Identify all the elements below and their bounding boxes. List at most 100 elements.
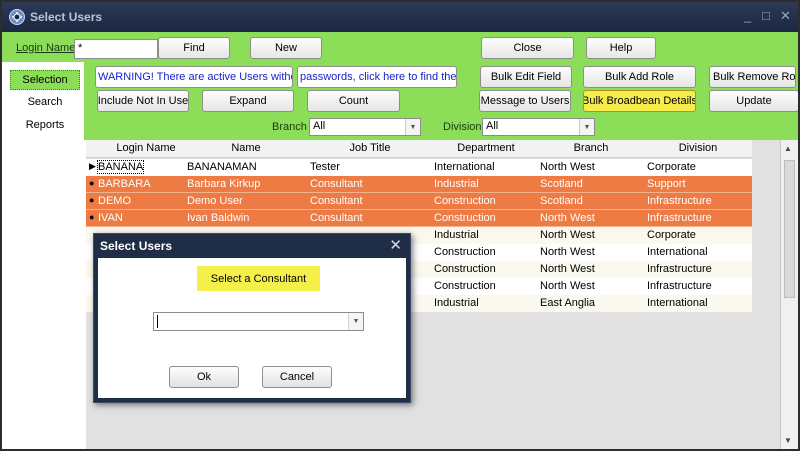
division-label: Division bbox=[443, 121, 482, 133]
title-bar[interactable]: Select Users _ □ ✕ bbox=[2, 2, 798, 32]
warning-link-left[interactable]: WARNING! There are active Users without bbox=[95, 66, 293, 88]
cell-division: International bbox=[647, 246, 708, 258]
message-to-users-button[interactable]: Message to Users bbox=[479, 90, 571, 112]
cell-name: Demo User bbox=[187, 195, 243, 207]
cell-department: Construction bbox=[434, 212, 496, 224]
table-row[interactable]: ● DEMO Demo User Consultant Construction… bbox=[86, 193, 752, 210]
bulk-add-role-button[interactable]: Bulk Add Role bbox=[583, 66, 696, 88]
cell-branch: Scotland bbox=[540, 178, 583, 190]
update-button[interactable]: Update bbox=[709, 90, 798, 112]
scrollbar-thumb[interactable] bbox=[784, 160, 795, 298]
cell-department: Construction bbox=[434, 280, 496, 292]
bulk-remove-role-button[interactable]: Bulk Remove Role bbox=[709, 66, 796, 88]
cell-branch: North West bbox=[540, 280, 595, 292]
scroll-down-icon[interactable]: ▼ bbox=[784, 436, 792, 445]
sidebar: Selection Search Reports bbox=[2, 62, 84, 449]
cell-login: DEMO bbox=[98, 195, 131, 207]
cell-branch: North West bbox=[540, 212, 595, 224]
cell-division: Corporate bbox=[647, 161, 696, 173]
cell-division: International bbox=[647, 297, 708, 309]
bulk-broadbean-details-button[interactable]: Bulk Broadbean Details bbox=[583, 90, 696, 112]
dialog-body: Select a Consultant ▼ Ok Cancel bbox=[98, 258, 406, 398]
column-header-job-title[interactable]: Job Title bbox=[310, 142, 430, 154]
chevron-down-icon[interactable]: ▼ bbox=[579, 119, 594, 135]
cell-department: Industrial bbox=[434, 297, 479, 309]
table-row[interactable]: ● BARBARA Barbara Kirkup Consultant Indu… bbox=[86, 176, 752, 193]
cell-department: Industrial bbox=[434, 178, 479, 190]
close-icon[interactable]: ✕ bbox=[780, 8, 791, 24]
table-row[interactable]: ● IVAN Ivan Baldwin Consultant Construct… bbox=[86, 210, 752, 227]
login-name-input[interactable]: * bbox=[74, 39, 158, 59]
bulk-edit-field-button[interactable]: Bulk Edit Field bbox=[480, 66, 572, 88]
cell-login: BANANA bbox=[96, 160, 145, 174]
new-button[interactable]: New bbox=[250, 37, 322, 59]
cell-name: Barbara Kirkup bbox=[187, 178, 261, 190]
consultant-select[interactable]: ▼ bbox=[153, 312, 364, 331]
cell-department: Construction bbox=[434, 195, 496, 207]
close-button[interactable]: Close bbox=[481, 37, 574, 59]
count-button[interactable]: Count bbox=[307, 90, 400, 112]
cell-name: BANANAMAN bbox=[187, 161, 257, 173]
find-button[interactable]: Find bbox=[158, 37, 230, 59]
grid-header: Login Name Name Job Title Department Bra… bbox=[86, 140, 752, 158]
cell-division: Infrastructure bbox=[647, 212, 712, 224]
row-marker-icon: ● bbox=[89, 178, 95, 188]
cell-job-title: Consultant bbox=[310, 178, 363, 190]
column-header-name[interactable]: Name bbox=[186, 142, 306, 154]
division-select[interactable]: All ▼ bbox=[482, 118, 595, 136]
cancel-button[interactable]: Cancel bbox=[262, 366, 332, 388]
text-caret bbox=[157, 315, 158, 328]
table-row[interactable]: ▶ BANANA BANANAMAN Tester International … bbox=[86, 159, 752, 176]
cell-job-title: Tester bbox=[310, 161, 340, 173]
cell-division: Infrastructure bbox=[647, 195, 712, 207]
warning-link-right[interactable]: passwords, click here to find them. bbox=[297, 66, 457, 88]
ok-button[interactable]: Ok bbox=[169, 366, 239, 388]
grid-scrollbar[interactable]: ▲ ▼ bbox=[780, 140, 798, 449]
sidebar-item-reports[interactable]: Reports bbox=[10, 115, 80, 135]
cell-division: Infrastructure bbox=[647, 280, 712, 292]
close-icon[interactable]: ✕ bbox=[389, 236, 402, 254]
cell-login: IVAN bbox=[98, 212, 123, 224]
column-header-department[interactable]: Department bbox=[431, 142, 541, 154]
expand-button[interactable]: Expand bbox=[202, 90, 294, 112]
cell-branch: North West bbox=[540, 229, 595, 241]
cell-division: Infrastructure bbox=[647, 263, 712, 275]
chevron-down-icon[interactable]: ▼ bbox=[405, 119, 420, 135]
login-name-label: Login Name bbox=[16, 42, 76, 54]
cell-name: Ivan Baldwin bbox=[187, 212, 250, 224]
cell-branch: East Anglia bbox=[540, 297, 596, 309]
help-button[interactable]: Help bbox=[586, 37, 656, 59]
cell-department: Construction bbox=[434, 263, 496, 275]
dialog-prompt: Select a Consultant bbox=[197, 266, 320, 291]
chevron-down-icon[interactable]: ▼ bbox=[348, 313, 363, 330]
cell-branch: North West bbox=[540, 263, 595, 275]
maximize-icon[interactable]: □ bbox=[762, 8, 770, 23]
cell-division: Corporate bbox=[647, 229, 696, 241]
branch-select-value: All bbox=[313, 120, 326, 132]
sidebar-item-search[interactable]: Search bbox=[10, 92, 80, 112]
app-logo-icon bbox=[9, 9, 25, 25]
app-window: Select Users _ □ ✕ Login Name * Find New… bbox=[0, 0, 800, 451]
division-select-value: All bbox=[486, 120, 499, 132]
cell-department: Industrial bbox=[434, 229, 479, 241]
scroll-up-icon[interactable]: ▲ bbox=[784, 144, 792, 153]
cell-branch: North West bbox=[540, 161, 595, 173]
cell-job-title: Consultant bbox=[310, 212, 363, 224]
dialog-title: Select Users bbox=[100, 239, 173, 253]
include-not-in-use-button[interactable]: Include Not In Use bbox=[97, 90, 189, 112]
cell-login: BARBARA bbox=[98, 178, 151, 190]
cell-department: Construction bbox=[434, 246, 496, 258]
column-header-division[interactable]: Division bbox=[644, 142, 752, 154]
select-consultant-dialog: Select Users ✕ Select a Consultant ▼ Ok … bbox=[93, 233, 411, 403]
column-header-branch[interactable]: Branch bbox=[538, 142, 644, 154]
branch-select[interactable]: All ▼ bbox=[309, 118, 421, 136]
sidebar-item-selection[interactable]: Selection bbox=[10, 70, 80, 90]
cell-branch: Scotland bbox=[540, 195, 583, 207]
minimize-icon[interactable]: _ bbox=[744, 8, 751, 23]
cell-branch: North West bbox=[540, 246, 595, 258]
row-marker-icon: ● bbox=[89, 195, 95, 205]
cell-job-title: Consultant bbox=[310, 195, 363, 207]
current-row-icon: ▶ bbox=[89, 161, 96, 171]
cell-division: Support bbox=[647, 178, 686, 190]
window-title: Select Users bbox=[30, 10, 103, 24]
